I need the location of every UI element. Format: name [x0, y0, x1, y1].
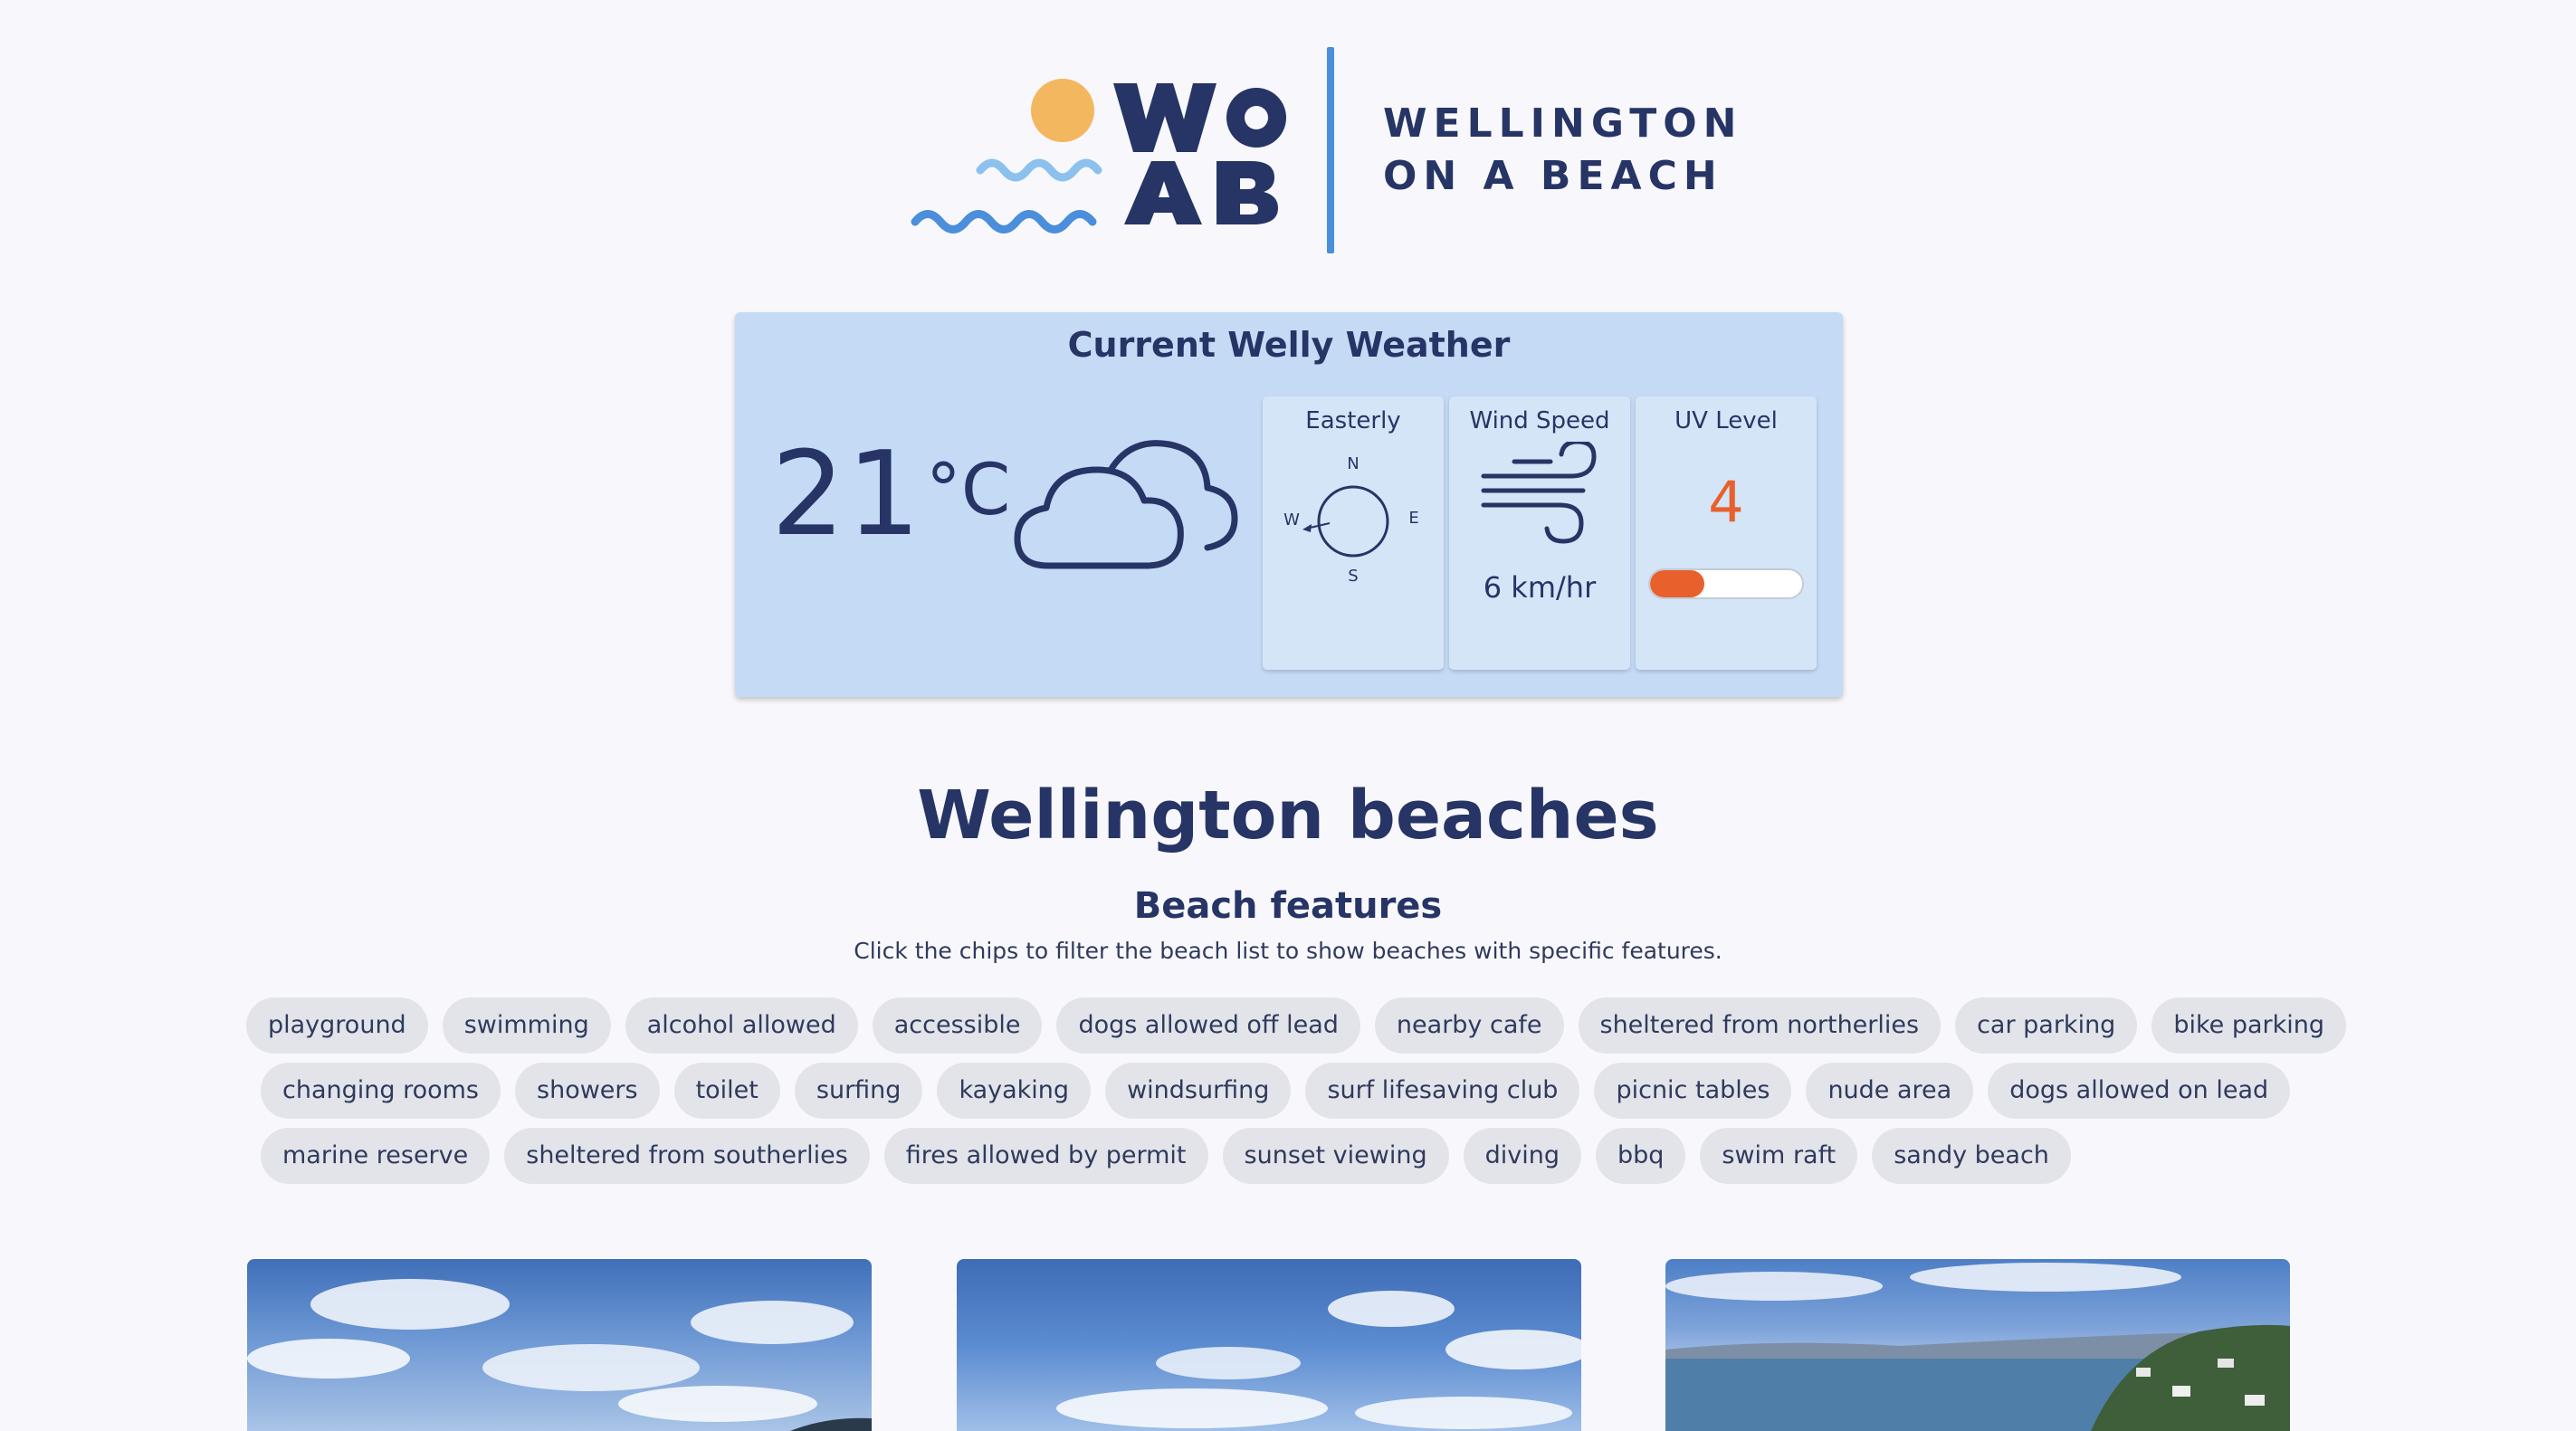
feature-chip[interactable]: windsurfing [1105, 1063, 1292, 1119]
feature-chip[interactable]: fires allowed by permit [883, 1128, 1208, 1184]
compass-w: W [1283, 510, 1300, 529]
temperature-value: 21 [771, 427, 922, 562]
feature-chip[interactable]: changing rooms [261, 1063, 501, 1119]
uv-level-label: UV Level [1674, 407, 1778, 434]
logo-letter-b [1216, 161, 1278, 224]
feature-chip[interactable]: marine reserve [261, 1128, 491, 1184]
feature-chip[interactable]: alcohol allowed [625, 997, 858, 1054]
beach-photo-image [1665, 1263, 2290, 1431]
feature-chip[interactable]: picnic tables [1594, 1063, 1792, 1119]
feature-chip[interactable]: car parking [1955, 997, 2138, 1054]
feature-chip[interactable]: accessible [872, 997, 1043, 1054]
compass-e: E [1408, 509, 1418, 528]
logo-letter-w [1113, 83, 1216, 152]
feature-chip[interactable]: toilet [673, 1063, 780, 1119]
feature-chip-row: playground swimming alcohol allowed accessi… [246, 997, 2347, 1054]
logo-divider [1327, 47, 1334, 253]
woab-logo[interactable] [910, 63, 1308, 244]
feature-chip[interactable]: showers [515, 1063, 660, 1119]
feature-chip[interactable]: sandy beach [1872, 1128, 2071, 1184]
uv-level-tile: UV Level 4 [1636, 396, 1817, 670]
feature-chip-row: changing rooms showers toilet surfing kayaki… [261, 1063, 2291, 1119]
uv-level-bar [1648, 568, 1804, 599]
feature-chip[interactable]: sheltered from southerlies [504, 1128, 870, 1184]
beach-card-photo[interactable] [957, 1259, 1581, 1431]
feature-chip[interactable]: dogs allowed on lead [1988, 1063, 2291, 1119]
uv-level-value: 4 [1708, 469, 1744, 535]
feature-chip[interactable]: sunset viewing [1222, 1128, 1449, 1184]
feature-chip[interactable]: surfing [794, 1063, 923, 1119]
weather-card: Current Welly Weather 21°C Easterly N E … [735, 312, 1843, 697]
wind-icon [1481, 442, 1597, 544]
temperature-unit: °C [925, 450, 1011, 531]
brand-name: WELLINGTON ON A BEACH [1383, 98, 1742, 203]
features-title: Beach features [1133, 885, 1443, 927]
feature-chip[interactable]: swimming [442, 997, 611, 1054]
wind-direction-tile: Easterly N E S W [1263, 396, 1444, 670]
brand-line-1: WELLINGTON [1383, 100, 1743, 147]
cloud-icon [1014, 440, 1238, 569]
feature-chip[interactable]: swim raft [1700, 1128, 1858, 1184]
feature-chip[interactable]: playground [246, 997, 428, 1054]
feature-chip[interactable]: bbq [1595, 1128, 1686, 1184]
feature-chip[interactable]: surf lifesaving club [1305, 1063, 1580, 1119]
weather-title: Current Welly Weather [1067, 325, 1511, 365]
compass-s: S [1348, 567, 1358, 586]
temperature: 21°C [771, 437, 1010, 553]
page-title: Wellington beaches [917, 777, 1659, 854]
beach-card-photo[interactable] [1665, 1259, 2290, 1431]
logo-letter-a [1124, 161, 1202, 224]
uv-level-bar-fill [1650, 570, 1705, 597]
compass-icon: N E S W [1283, 454, 1419, 586]
feature-chip[interactable]: dogs allowed off lead [1056, 997, 1360, 1054]
compass-n: N [1347, 454, 1359, 473]
wind-direction-label: Easterly [1305, 407, 1401, 434]
brand-line-2: ON A BEACH [1383, 153, 1723, 199]
features-hint: Click the chips to filter the beach list… [854, 938, 1722, 964]
wave-light-icon [976, 158, 1102, 182]
beach-card-photo[interactable] [247, 1259, 872, 1431]
wind-speed-tile: Wind Speed 6 km/hr [1449, 396, 1630, 670]
feature-chip[interactable]: nude area [1806, 1063, 1974, 1119]
feature-chip[interactable]: diving [1463, 1128, 1581, 1184]
site-header: WELLINGTON ON A BEACH [0, 0, 2576, 272]
sun-icon [1031, 79, 1094, 142]
feature-chip[interactable]: nearby cafe [1374, 997, 1564, 1054]
wind-speed-value: 6 km/hr [1483, 570, 1597, 605]
beach-photo-image [247, 1279, 872, 1431]
wind-speed-label: Wind Speed [1469, 407, 1610, 434]
wave-dark-icon [911, 210, 1097, 234]
feature-chip[interactable]: bike parking [2151, 997, 2347, 1054]
feature-chip[interactable]: kayaking [937, 1063, 1092, 1119]
beach-photo-image [1056, 1291, 1581, 1429]
feature-chip[interactable]: sheltered from northerlies [1578, 997, 1942, 1054]
feature-chip-row: marine reserve sheltered from southerlies… [261, 1128, 2071, 1184]
